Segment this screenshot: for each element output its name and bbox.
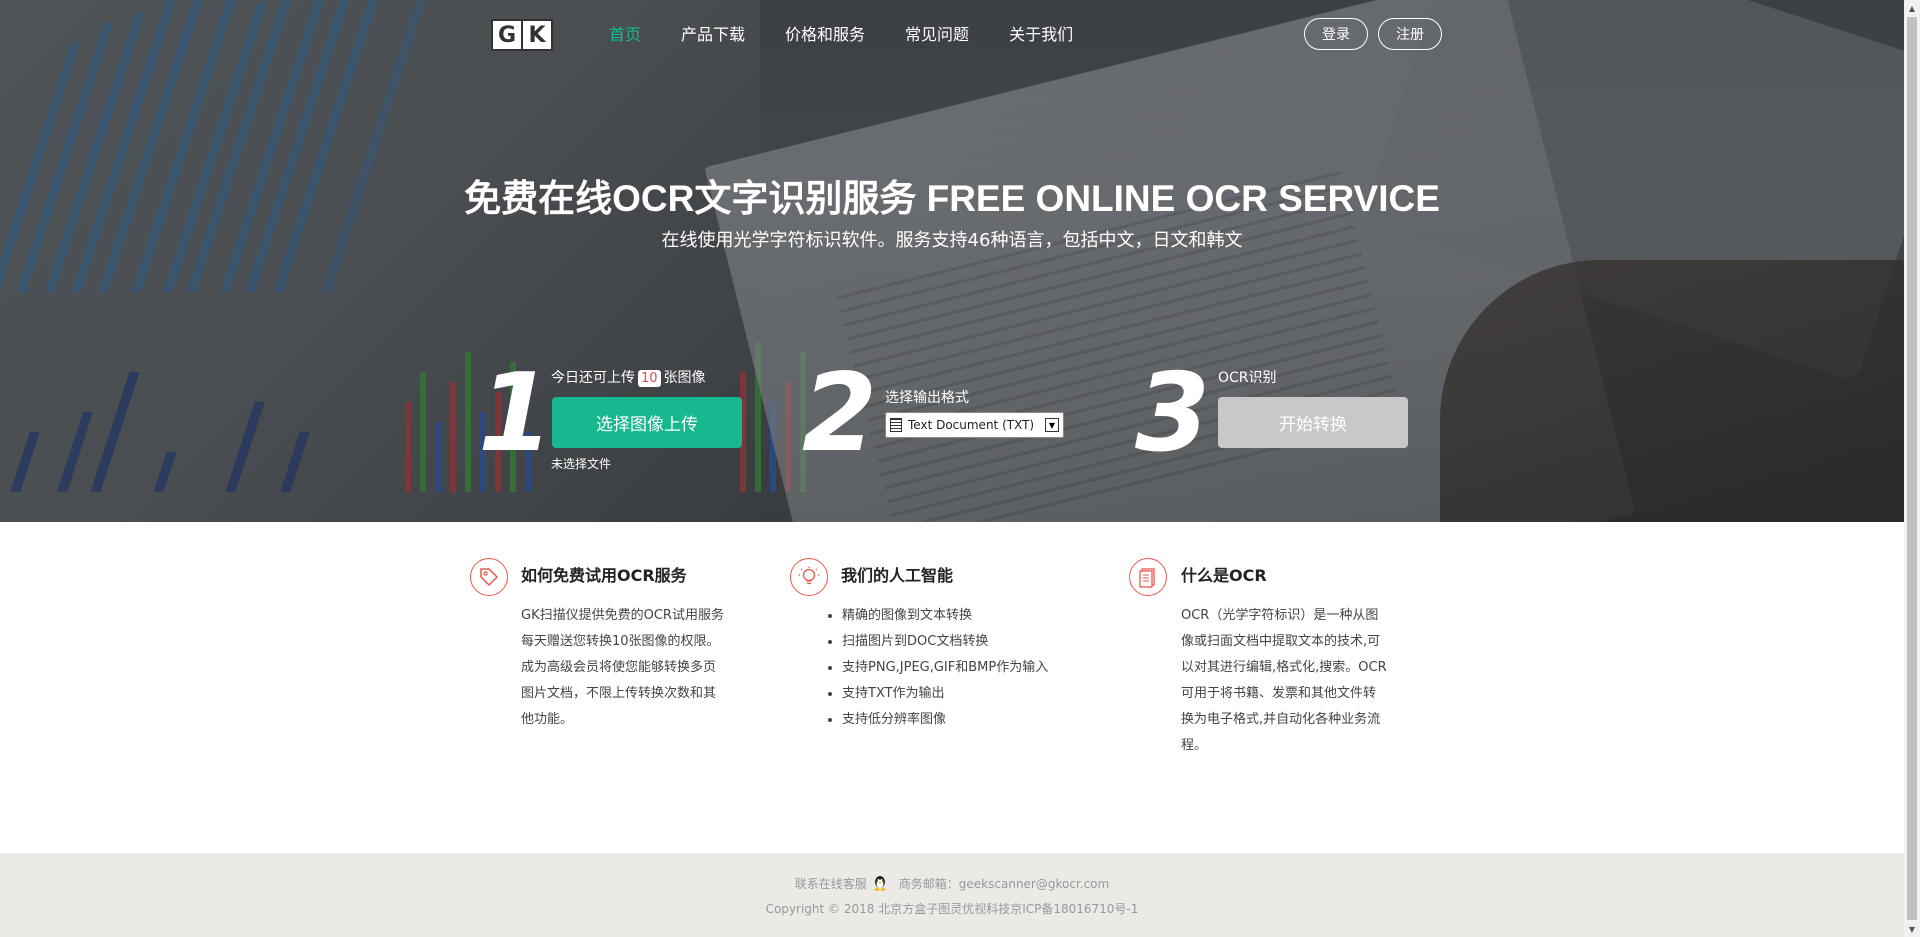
login-button[interactable]: 登录 bbox=[1304, 18, 1368, 50]
feature-title-ai: 我们的人工智能 bbox=[841, 566, 954, 585]
tag-icon bbox=[470, 558, 508, 596]
logo-letter-g: G bbox=[493, 21, 523, 49]
feature-title-what-is-ocr: 什么是OCR bbox=[1181, 566, 1267, 585]
feature-line: 换为电子格式,并自动化各种业务流 bbox=[1181, 712, 1381, 727]
quota-count-badge: 10 bbox=[638, 370, 661, 387]
scroll-down-arrow-icon[interactable]: ▼ bbox=[1904, 921, 1920, 937]
lightbulb-icon bbox=[790, 558, 828, 596]
scrollbar-thumb[interactable] bbox=[1907, 17, 1917, 920]
hero-subtitle: 在线使用光学字符标识软件。服务支持46种语言，包括中文，日文和韩文 bbox=[661, 230, 1243, 251]
nav-item-pricing[interactable]: 价格和服务 bbox=[785, 23, 865, 47]
document-icon bbox=[1129, 558, 1167, 596]
feature-line: OCR（光学字符标识）是一种从图 bbox=[1181, 608, 1379, 623]
nav-item-faq[interactable]: 常见问题 bbox=[905, 23, 969, 47]
start-conversion-button[interactable]: 开始转换 bbox=[1218, 397, 1408, 448]
scroll-up-arrow-icon[interactable]: ▲ bbox=[1904, 0, 1920, 16]
output-format-select[interactable]: Text Document (TXT) ▼ bbox=[885, 412, 1064, 438]
feature-line: 以对其进行编辑,格式化,搜索。OCR bbox=[1181, 660, 1387, 675]
feature-title-free-trial: 如何免费试用OCR服务 bbox=[521, 566, 687, 585]
feature-text-free-trial: GK扫描仪提供免费的OCR试用服务 每天赠送您转换10张图像的权限。 成为高级会… bbox=[521, 603, 724, 733]
logo-letter-k: K bbox=[523, 21, 551, 49]
step-1-number: 1 bbox=[478, 351, 554, 476]
feature-line: 像或扫面文档中提取文本的技术,可 bbox=[1181, 634, 1381, 649]
online-support-link[interactable]: 联系在线客服 bbox=[795, 877, 867, 891]
hero-title: 免费在线OCR文字识别服务 FREE ONLINE OCR SERVICE bbox=[464, 178, 1440, 219]
step-2-number: 2 bbox=[802, 351, 878, 476]
footer bbox=[0, 853, 1904, 937]
feature-line: 成为高级会员将使您能够转换多页 bbox=[521, 660, 717, 675]
qq-penguin-icon[interactable] bbox=[873, 875, 887, 891]
text-document-icon bbox=[890, 418, 902, 432]
list-item: 支持TXT作为输出 bbox=[842, 681, 1048, 707]
quota-suffix: 张图像 bbox=[663, 370, 706, 386]
feature-line: GK扫描仪提供免费的OCR试用服务 bbox=[521, 608, 724, 623]
dropdown-arrow-icon[interactable]: ▼ bbox=[1045, 418, 1059, 432]
list-item: 支持PNG,JPEG,GIF和BMP作为输入 bbox=[842, 655, 1048, 681]
output-format-label: 选择输出格式 bbox=[885, 390, 969, 406]
nav-item-home[interactable]: 首页 bbox=[609, 23, 641, 47]
feature-line: 他功能。 bbox=[521, 712, 574, 727]
upload-quota-label: 今日还可上传 10 张图像 bbox=[551, 367, 706, 387]
hero-overlay bbox=[0, 0, 1904, 522]
business-email[interactable]: 商务邮箱：geekscanner@gkocr.com bbox=[899, 877, 1109, 891]
footer-contact-line: 联系在线客服 商务邮箱：geekscanner@gkocr.com bbox=[0, 875, 1904, 892]
nav-item-about[interactable]: 关于我们 bbox=[1009, 23, 1073, 47]
no-file-selected-text: 未选择文件 bbox=[551, 457, 612, 471]
feature-line: 可用于将书籍、发票和其他文件转 bbox=[1181, 686, 1377, 701]
list-item: 扫描图片到DOC文档转换 bbox=[842, 629, 1048, 655]
main-nav: 首页 产品下载 价格和服务 常见问题 关于我们 bbox=[609, 23, 1113, 47]
footer-copyright: Copyright © 2018 北京方盒子图灵优视科技京ICP备1801671… bbox=[765, 902, 1139, 916]
feature-line: 每天赠送您转换10张图像的权限。 bbox=[521, 634, 720, 649]
select-image-upload-button[interactable]: 选择图像上传 bbox=[552, 397, 742, 448]
ocr-step-label: OCR识别 bbox=[1218, 370, 1277, 386]
feature-list-ai: 精确的图像到文本转换 扫描图片到DOC文档转换 支持PNG,JPEG,GIF和B… bbox=[826, 603, 1048, 733]
register-button[interactable]: 注册 bbox=[1378, 18, 1442, 50]
output-format-selected-value: Text Document (TXT) bbox=[908, 418, 1035, 432]
nav-item-download[interactable]: 产品下载 bbox=[681, 23, 745, 47]
feature-text-what-is-ocr: OCR（光学字符标识）是一种从图 像或扫面文档中提取文本的技术,可 以对其进行编… bbox=[1181, 603, 1387, 759]
hero-banner bbox=[0, 0, 1904, 522]
list-item: 支持低分辨率图像 bbox=[842, 707, 1048, 733]
feature-line: 图片文档，不限上传转换次数和其 bbox=[521, 686, 717, 701]
feature-line: 程。 bbox=[1181, 738, 1208, 753]
gk-logo[interactable]: G K bbox=[491, 19, 553, 51]
list-item: 精确的图像到文本转换 bbox=[842, 603, 1048, 629]
quota-prefix: 今日还可上传 bbox=[551, 370, 635, 386]
step-3-number: 3 bbox=[1135, 351, 1211, 476]
